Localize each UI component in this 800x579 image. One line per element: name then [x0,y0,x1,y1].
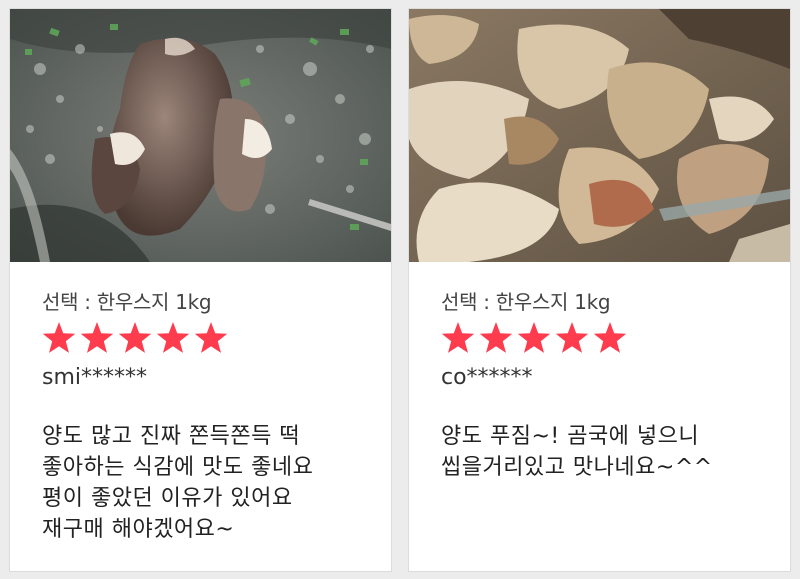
review-body: 선택 : 한우스지 1kg smi****** 양도 많고 진짜 쫀득쫀득 떡 … [42,287,379,545]
product-option: 선택 : 한우스지 1kg [441,290,611,314]
star-icon [555,322,589,353]
star-icon [593,322,627,353]
review-text: 양도 푸짐~! 곰국에 넣으니 씹을거리있고 맛나네요~^^ [441,424,713,480]
star-icon [80,322,114,353]
star-icon [194,322,228,353]
star-rating [42,321,379,361]
star-icon [156,322,190,353]
star-rating [441,321,778,361]
review-photo-soup[interactable] [10,9,391,262]
star-icon [441,322,475,353]
review-grid: 선택 : 한우스지 1kg smi****** 양도 많고 진짜 쫀득쫀득 떡 … [0,0,800,579]
star-icon [517,322,551,353]
review-card[interactable]: 선택 : 한우스지 1kg co****** 양도 푸짐~! 곰국에 넣으니 씹… [408,8,791,572]
boiled-beef-tendon-image [409,9,790,262]
star-icon [118,322,152,353]
star-icon [479,322,513,353]
reviewer-id: co****** [441,365,533,390]
beef-tendon-soup-image [10,9,391,262]
review-card[interactable]: 선택 : 한우스지 1kg smi****** 양도 많고 진짜 쫀득쫀득 떡 … [9,8,392,572]
review-body: 선택 : 한우스지 1kg co****** 양도 푸짐~! 곰국에 넣으니 씹… [441,287,778,483]
review-photo-container[interactable] [409,9,790,262]
product-option: 선택 : 한우스지 1kg [42,290,212,314]
review-text: 양도 많고 진짜 쫀득쫀득 떡 좋아하는 식감에 맛도 좋네요 평이 좋았던 이… [42,424,314,542]
star-icon [42,322,76,353]
reviewer-id: smi****** [42,365,148,390]
